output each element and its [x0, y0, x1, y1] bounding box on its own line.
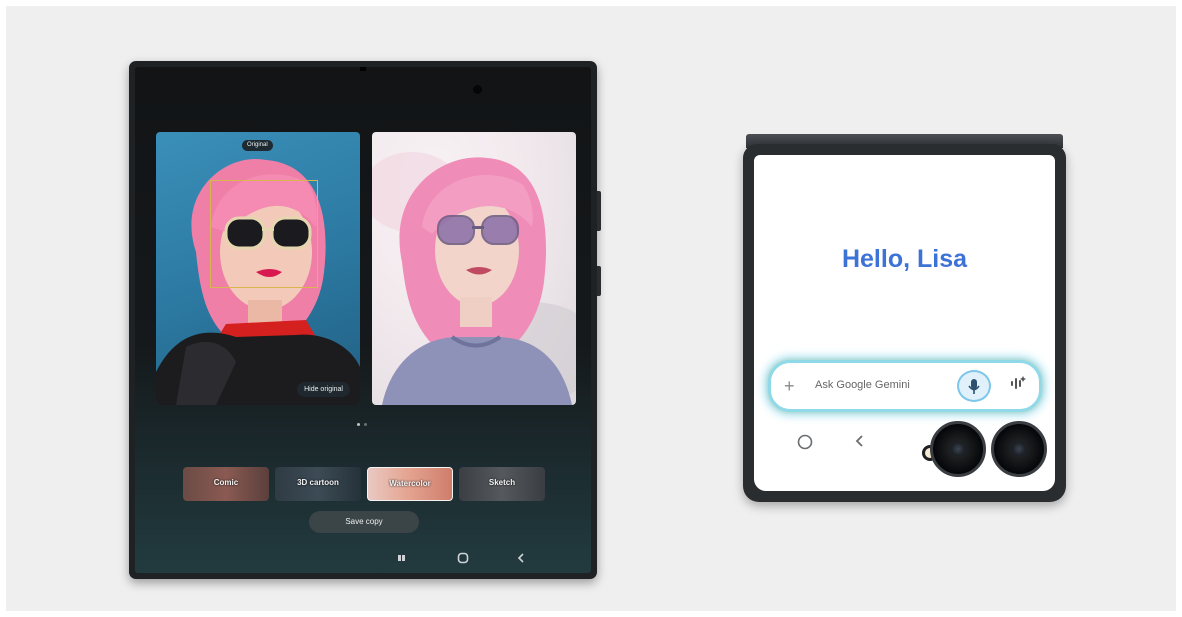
style-selector: Comic 3D cartoon Watercolor Sketch	[183, 467, 545, 501]
front-camera	[473, 85, 482, 94]
product-showcase: Original Hide original Comic 3D cartoon …	[6, 6, 1176, 611]
gemini-input-placeholder[interactable]: Ask Google Gemini	[815, 379, 910, 391]
plus-icon[interactable]: +	[784, 375, 795, 397]
camera-lens-wide	[930, 421, 986, 477]
original-photo[interactable]: Original Hide original	[156, 132, 360, 405]
watercolor-result[interactable]	[372, 132, 576, 405]
page-dot	[364, 423, 367, 426]
page-dot-active	[357, 423, 360, 426]
style-chip-label: Sketch	[488, 478, 516, 487]
hide-original-button[interactable]: Hide original	[297, 382, 350, 397]
gemini-live-icon[interactable]	[1009, 374, 1027, 396]
face-focus-box	[210, 180, 318, 288]
save-copy-button[interactable]: Save copy	[309, 511, 419, 533]
style-chip-label: Watercolor	[389, 479, 431, 488]
page-indicator	[355, 413, 369, 431]
volume-button	[597, 191, 601, 231]
original-badge: Original	[242, 140, 273, 151]
home-icon[interactable]	[797, 434, 813, 455]
back-icon[interactable]	[853, 433, 867, 454]
style-chip-comic[interactable]: Comic	[183, 467, 269, 501]
style-chip-sketch[interactable]: Sketch	[459, 467, 545, 501]
flip-body: Hello, Lisa + Ask Google Gemini	[743, 144, 1066, 502]
foldable-phone: Original Hide original Comic 3D cartoon …	[129, 61, 601, 579]
mic-icon[interactable]	[957, 370, 991, 402]
style-chip-label: 3D cartoon	[297, 478, 339, 487]
navigation-bar	[397, 552, 537, 568]
gemini-input-bar[interactable]: + Ask Google Gemini	[768, 360, 1042, 412]
watercolor-illustration	[372, 152, 576, 405]
hinge-notch	[360, 67, 366, 71]
flip-phone: Hello, Lisa + Ask Google Gemini	[743, 134, 1066, 504]
power-button	[597, 266, 601, 296]
recents-icon[interactable]	[397, 552, 409, 569]
style-chip-3d-cartoon[interactable]: 3D cartoon	[275, 467, 361, 501]
fold-screen: Original Hide original Comic 3D cartoon …	[135, 67, 591, 573]
home-icon[interactable]	[457, 552, 469, 569]
camera-lens-main	[991, 421, 1047, 477]
greeting: Hello, Lisa	[841, 245, 968, 273]
back-icon[interactable]	[515, 552, 527, 569]
style-chip-label: Comic	[213, 478, 239, 487]
style-chip-watercolor[interactable]: Watercolor	[367, 467, 453, 501]
